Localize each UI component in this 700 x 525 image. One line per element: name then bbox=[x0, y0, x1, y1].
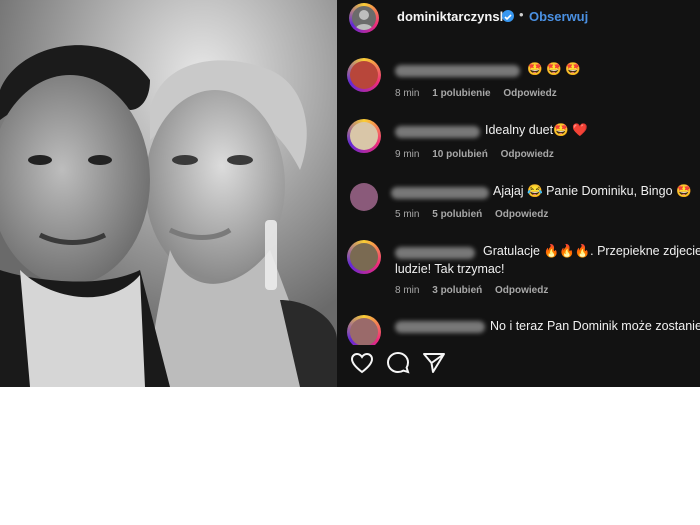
post-photo bbox=[0, 0, 337, 387]
comment-text: Gratulacje 🔥🔥🔥. Przepiekne zdjecie. bbox=[483, 244, 700, 258]
commenter-avatar[interactable] bbox=[347, 180, 381, 214]
comment-item: No i teraz Pan Dominik może zostanie bbox=[337, 315, 700, 345]
comment-time: 9 min bbox=[395, 149, 420, 160]
comment-text: Ajajaj 😂 Panie Dominiku, Bingo 🤩 bbox=[493, 184, 692, 198]
comment-item: Gratulacje 🔥🔥🔥. Przepiekne zdjecie. ludz… bbox=[337, 240, 700, 300]
avatar-image bbox=[350, 122, 378, 150]
blurred-username bbox=[395, 65, 520, 77]
heart-icon bbox=[350, 352, 374, 374]
comment-button[interactable] bbox=[385, 350, 411, 376]
reply-button[interactable]: Odpowiedz bbox=[501, 149, 554, 160]
comment-meta: 9 min 10 polubień Odpowiedz bbox=[395, 149, 564, 160]
comment-item: Idealny duet🤩 ❤️ 9 min 10 polubień Odpow… bbox=[337, 119, 700, 163]
comment-meta: 5 min 5 polubień Odpowiedz bbox=[395, 209, 558, 220]
comment-time: 5 min bbox=[395, 209, 420, 220]
comment-icon bbox=[386, 351, 410, 374]
instagram-post: dominiktarczynski • Obserwuj 🤩 🤩 🤩 8 min… bbox=[0, 0, 700, 387]
post-header: dominiktarczynski • Obserwuj bbox=[337, 0, 700, 38]
avatar-image bbox=[350, 318, 378, 345]
author-username[interactable]: dominiktarczynski bbox=[397, 9, 510, 24]
commenter-avatar[interactable] bbox=[347, 119, 381, 153]
avatar-image bbox=[350, 183, 378, 211]
comments-panel: dominiktarczynski • Obserwuj 🤩 🤩 🤩 8 min… bbox=[337, 0, 700, 387]
blurred-username bbox=[395, 247, 475, 259]
comment-text-continued: ludzie! Tak trzymac! bbox=[395, 262, 505, 276]
blurred-username bbox=[395, 321, 485, 333]
comment-likes[interactable]: 10 polubień bbox=[432, 149, 488, 160]
comment-meta: 8 min 1 polubienie Odpowiedz bbox=[395, 88, 567, 99]
comment-likes[interactable]: 1 polubienie bbox=[432, 88, 490, 99]
comment-time: 8 min bbox=[395, 285, 420, 296]
avatar-image bbox=[350, 243, 378, 271]
reply-button[interactable]: Odpowiedz bbox=[495, 285, 548, 296]
comment-text: No i teraz Pan Dominik może zostanie bbox=[490, 319, 700, 333]
like-button[interactable] bbox=[349, 350, 375, 376]
avatar-image bbox=[352, 6, 376, 30]
commenter-avatar[interactable] bbox=[347, 58, 381, 92]
comment-time: 8 min bbox=[395, 88, 420, 99]
comment-text: Idealny duet🤩 ❤️ bbox=[485, 123, 588, 137]
couple-photo-illustration bbox=[0, 0, 337, 387]
commenter-avatar[interactable] bbox=[347, 315, 381, 345]
reply-button[interactable]: Odpowiedz bbox=[503, 88, 556, 99]
blurred-username bbox=[395, 126, 480, 138]
person-icon bbox=[355, 10, 373, 30]
comment-likes[interactable]: 3 polubień bbox=[432, 285, 482, 296]
blurred-username bbox=[391, 187, 489, 199]
commenter-avatar[interactable] bbox=[347, 240, 381, 274]
comment-item: 🤩 🤩 🤩 8 min 1 polubienie Odpowiedz bbox=[337, 58, 700, 102]
follow-button[interactable]: Obserwuj bbox=[529, 9, 588, 24]
avatar-image bbox=[350, 61, 378, 89]
verified-badge-icon bbox=[502, 10, 514, 22]
post-actions bbox=[337, 350, 700, 380]
comment-item: Ajajaj 😂 Panie Dominiku, Bingo 🤩 5 min 5… bbox=[337, 180, 700, 224]
share-button[interactable] bbox=[421, 350, 447, 376]
comment-meta: 8 min 3 polubień Odpowiedz bbox=[395, 285, 558, 296]
author-avatar[interactable] bbox=[349, 3, 379, 33]
comment-likes[interactable]: 5 polubień bbox=[432, 209, 482, 220]
separator: • bbox=[519, 7, 524, 22]
reply-button[interactable]: Odpowiedz bbox=[495, 209, 548, 220]
send-icon bbox=[423, 353, 445, 373]
comment-text: 🤩 🤩 🤩 bbox=[527, 62, 581, 76]
